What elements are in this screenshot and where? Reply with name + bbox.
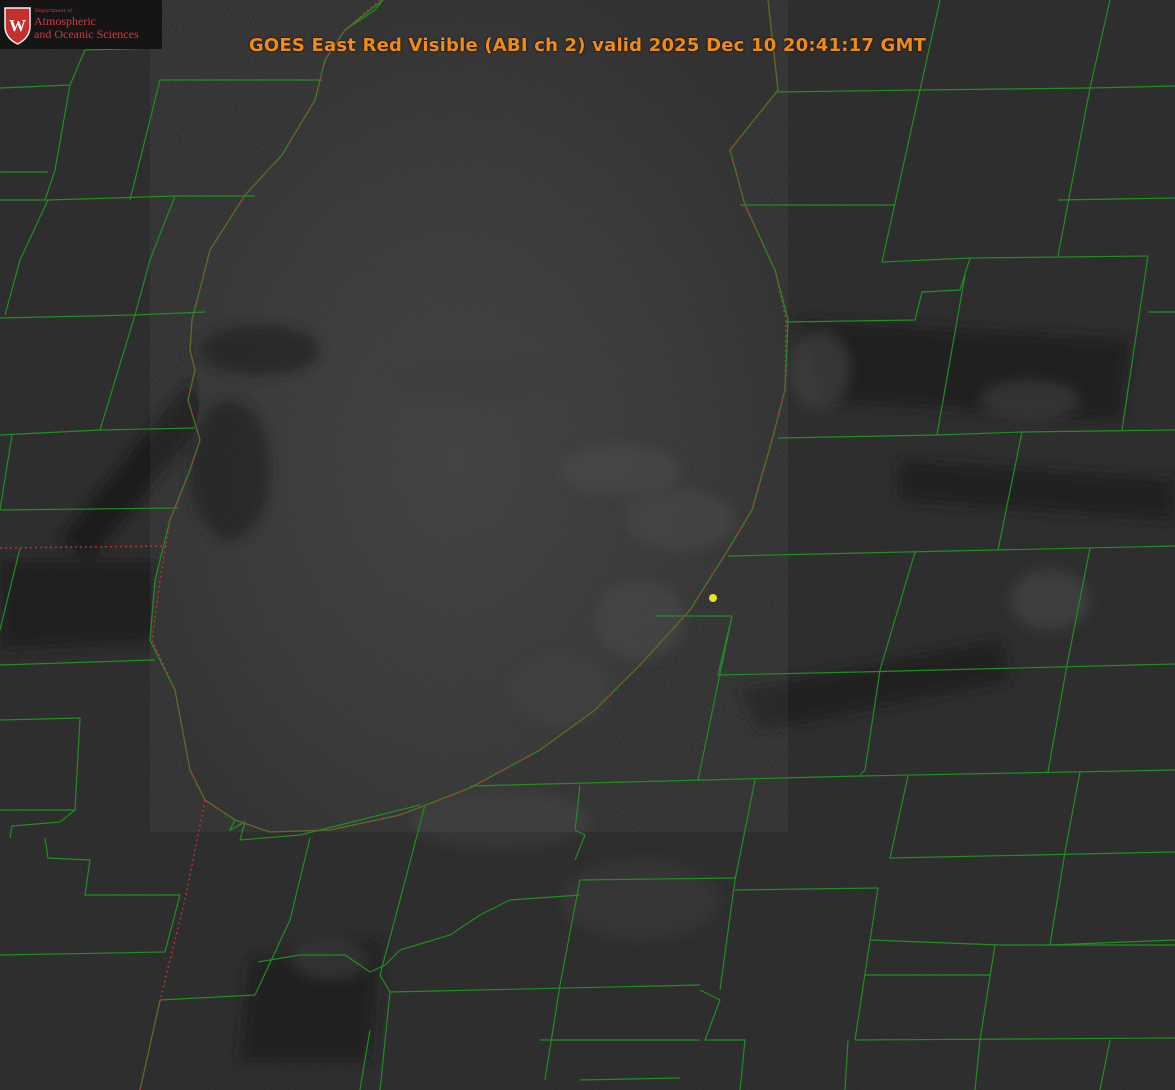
image-title: GOES East Red Visible (ABI ch 2) valid 2…: [248, 35, 927, 56]
uw-crest-icon: W: [4, 7, 31, 45]
satellite-map: [0, 0, 1175, 1090]
location-marker: [709, 594, 717, 602]
uw-aos-logo: W Department of Atmospheric and Oceanic …: [0, 0, 162, 49]
logo-letter: W: [9, 16, 26, 35]
logo-line-2: and Oceanic Sciences: [34, 27, 139, 41]
